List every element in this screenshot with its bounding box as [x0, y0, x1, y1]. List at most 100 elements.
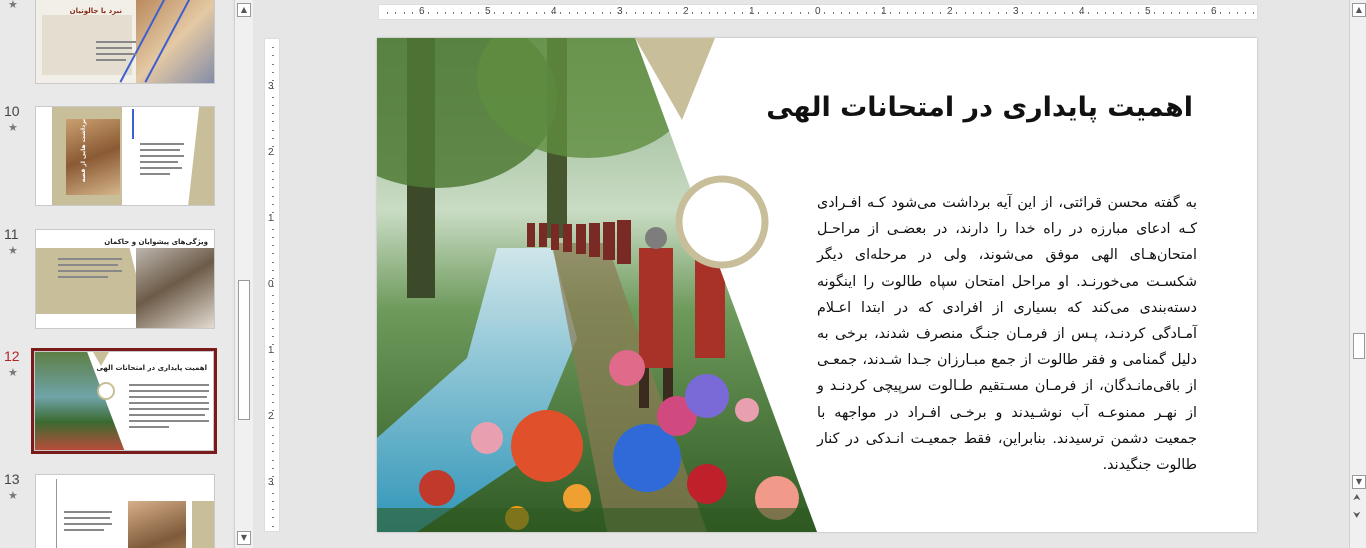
slide-canvas[interactable]: اهمیت پایداری در امتحانات الهی به گفته م…: [377, 38, 1257, 532]
ruler-tick: [576, 12, 578, 14]
ruler-tick: [807, 12, 809, 14]
ruler-tick: [1162, 12, 1164, 14]
ruler-tick: [642, 12, 644, 14]
ruler-tick: [1154, 12, 1156, 14]
ruler-tick: [956, 12, 958, 14]
ruler-tick: [272, 476, 274, 477]
ruler-tick: [717, 12, 718, 14]
star-icon: ★: [8, 0, 18, 11]
thumb-title: ویژگی‌های پیشوایان و حاکمان: [104, 238, 208, 246]
vertical-ruler[interactable]: 3 2 1 0 1 2 3: [264, 38, 280, 532]
thumb-title: اهمیت پایداری در امتحانات الهی: [96, 364, 207, 372]
slide-scrollbar[interactable]: ▲ ▼ ⮝ ⮟: [1349, 0, 1366, 548]
ruler-tick: [272, 525, 274, 527]
ruler-tick: [1170, 12, 1172, 14]
ruler-tick: [272, 187, 274, 189]
ruler-label: 1: [268, 213, 274, 224]
ruler-tick: [791, 12, 793, 14]
ruler-tick: [272, 80, 274, 81]
ruler-tick: [272, 203, 274, 205]
ruler-tick: [272, 113, 274, 114]
slide-number: 11: [4, 226, 19, 242]
ruler-tick: [543, 12, 545, 14]
ruler-tick: [1245, 12, 1246, 14]
ruler-label: 0: [268, 279, 274, 290]
slide-thumbnail-13[interactable]: [35, 474, 215, 548]
ruler-tick: [1187, 12, 1189, 14]
ruler-tick: [1212, 12, 1213, 14]
ruler-tick: [1203, 12, 1205, 14]
ruler-tick: [700, 12, 702, 14]
ruler-tick: [593, 12, 595, 14]
ruler-tick: [1055, 12, 1057, 14]
ruler-tick: [750, 12, 751, 14]
ruler-tick: [272, 71, 274, 73]
ruler-tick: [387, 12, 388, 14]
ruler-tick: [972, 12, 974, 14]
ruler-tick: [272, 47, 274, 48]
ruler-tick: [272, 484, 274, 486]
thumbnail-scroll-thumb[interactable]: [238, 280, 250, 420]
ruler-tick: [1104, 12, 1106, 14]
scroll-down-icon[interactable]: ▼: [1352, 475, 1366, 489]
star-icon: ★: [8, 244, 18, 257]
ruler-tick: [552, 12, 553, 14]
ruler-tick: [272, 96, 274, 98]
ruler-tick: [272, 434, 274, 436]
horizontal-ruler[interactable]: 6 5 4 3 2 1 0 1 2 3 4 5 6: [378, 4, 1258, 20]
ruler-tick: [1129, 12, 1131, 14]
scroll-up-icon[interactable]: ▲: [237, 3, 251, 17]
ruler-tick: [601, 12, 603, 14]
ruler-tick: [272, 269, 274, 271]
ruler-tick: [692, 12, 694, 14]
ruler-tick: [1080, 12, 1081, 14]
ruler-label: 3: [268, 477, 274, 488]
slide-scroll-thumb[interactable]: [1353, 333, 1365, 359]
ruler-tick: [906, 12, 908, 14]
next-slide-icon[interactable]: ⮟: [1353, 512, 1361, 521]
ruler-tick: [272, 236, 274, 238]
ruler-tick: [708, 12, 710, 14]
ruler-tick: [272, 55, 274, 57]
ruler-tick: [272, 352, 274, 354]
ruler-label: 3: [268, 81, 274, 92]
scroll-down-icon[interactable]: ▼: [237, 531, 251, 545]
ruler-tick: [272, 302, 274, 304]
ruler-tick: [272, 121, 274, 123]
thumbnail-scrollbar[interactable]: ▲ ▼: [234, 0, 253, 548]
slide-thumbnail-9[interactable]: نبرد با جالوتیان: [35, 0, 215, 84]
slide-title[interactable]: اهمیت پایداری در امتحانات الهی: [766, 92, 1193, 123]
ruler-tick: [766, 12, 768, 14]
ruler-tick: [272, 278, 274, 279]
ruler-tick: [461, 12, 463, 14]
slide-thumbnail-12[interactable]: اهمیت پایداری در امتحانات الهی: [31, 348, 217, 454]
ruler-tick: [272, 154, 274, 156]
scroll-up-icon[interactable]: ▲: [1352, 3, 1366, 17]
ruler-tick: [585, 12, 586, 14]
slide-body-text[interactable]: به گفته محسن قرائتی، از این آیه برداشت م…: [817, 190, 1197, 478]
ruler-tick: [832, 12, 834, 14]
ruler-tick: [659, 12, 661, 14]
ruler-tick: [824, 12, 826, 14]
ruler-tick: [865, 12, 867, 14]
ruler-tick: [535, 12, 537, 14]
ruler-tick: [783, 12, 784, 14]
ruler-label: 2: [268, 411, 274, 422]
ruler-tick: [997, 12, 999, 14]
ruler-tick: [667, 12, 669, 14]
ruler-tick: [1253, 12, 1255, 14]
ruler-tick: [403, 12, 405, 14]
ruler-tick: [560, 12, 562, 14]
slide-thumbnail-11[interactable]: ویژگی‌های پیشوایان و حاکمان: [35, 229, 215, 329]
ruler-tick: [915, 12, 916, 14]
ruler-tick: [758, 12, 760, 14]
star-icon: ★: [8, 489, 18, 502]
ruler-tick: [981, 12, 982, 14]
ruler-tick: [1146, 12, 1147, 14]
ruler-tick: [453, 12, 454, 14]
slide-thumbnail-10[interactable]: برداشت هایی از قصه: [35, 106, 215, 206]
ruler-tick: [272, 385, 274, 387]
ruler-tick: [272, 451, 274, 453]
ruler-tick: [1121, 12, 1123, 14]
previous-slide-icon[interactable]: ⮝: [1353, 494, 1361, 503]
